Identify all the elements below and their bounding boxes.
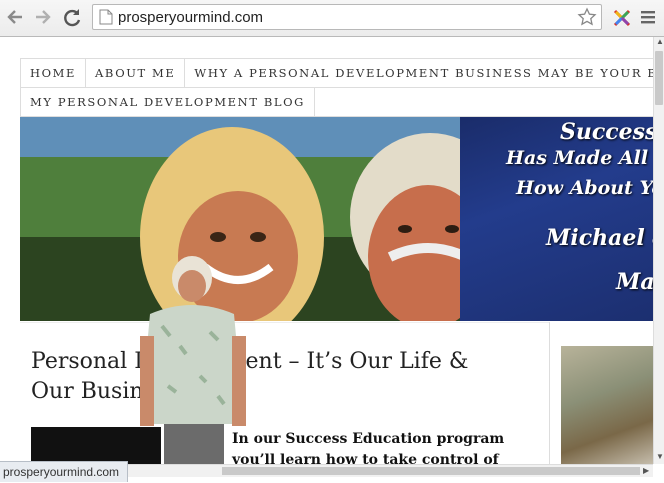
- menu-icon[interactable]: [640, 9, 656, 25]
- spokesperson-overlay[interactable]: [140, 256, 260, 464]
- address-bar[interactable]: prosperyourmind.com: [92, 4, 602, 30]
- forward-icon[interactable]: [32, 6, 54, 28]
- sidebar-photo[interactable]: [561, 346, 653, 464]
- page-viewport: HOME ABOUT ME WHY A PERSONAL DEVELOPMENT…: [0, 37, 653, 464]
- post-excerpt: In our Success Education program you’ll …: [232, 431, 505, 464]
- post-title[interactable]: Personal Development – It’s Our Life & O…: [31, 347, 511, 407]
- nav-about-me[interactable]: ABOUT ME: [86, 59, 186, 87]
- hero-line-1: Success: [560, 119, 653, 145]
- hero-banner: Success Has Made All t How About Yo Mich…: [20, 117, 653, 321]
- hero-line-2: Has Made All t: [506, 147, 653, 169]
- nav-blog[interactable]: MY PERSONAL DEVELOPMENT BLOG: [20, 88, 315, 116]
- vertical-scrollbar[interactable]: ▲ ▼: [653, 37, 664, 464]
- sidebar-divider: [549, 322, 550, 464]
- site-navigation: HOME ABOUT ME WHY A PERSONAL DEVELOPMENT…: [20, 58, 653, 117]
- back-icon[interactable]: [4, 6, 26, 28]
- nav-home[interactable]: HOME: [20, 59, 87, 87]
- horizontal-scroll-thumb[interactable]: [222, 467, 640, 475]
- vertical-scroll-thumb[interactable]: [655, 51, 663, 105]
- nav-why-business[interactable]: WHY A PERSONAL DEVELOPMENT BUSINESS MAY …: [185, 59, 653, 87]
- hero-line-3: How About Yo: [516, 177, 653, 199]
- page-icon: [99, 9, 113, 25]
- hero-line-4: Michael &: [546, 225, 653, 251]
- address-text[interactable]: prosperyourmind.com: [118, 9, 263, 26]
- reload-icon[interactable]: [61, 6, 83, 28]
- scroll-up-icon[interactable]: ▲: [656, 37, 664, 47]
- scroll-right-icon[interactable]: ▶: [643, 466, 649, 476]
- bookmark-star-icon[interactable]: [577, 7, 597, 27]
- status-bar: prosperyourmind.com: [0, 461, 129, 482]
- browser-toolbar: prosperyourmind.com: [0, 0, 664, 37]
- scroll-down-icon[interactable]: ▼: [656, 452, 664, 462]
- divider: [20, 322, 549, 323]
- hero-line-5: Ma: [616, 269, 653, 295]
- extension-icon[interactable]: [612, 8, 632, 28]
